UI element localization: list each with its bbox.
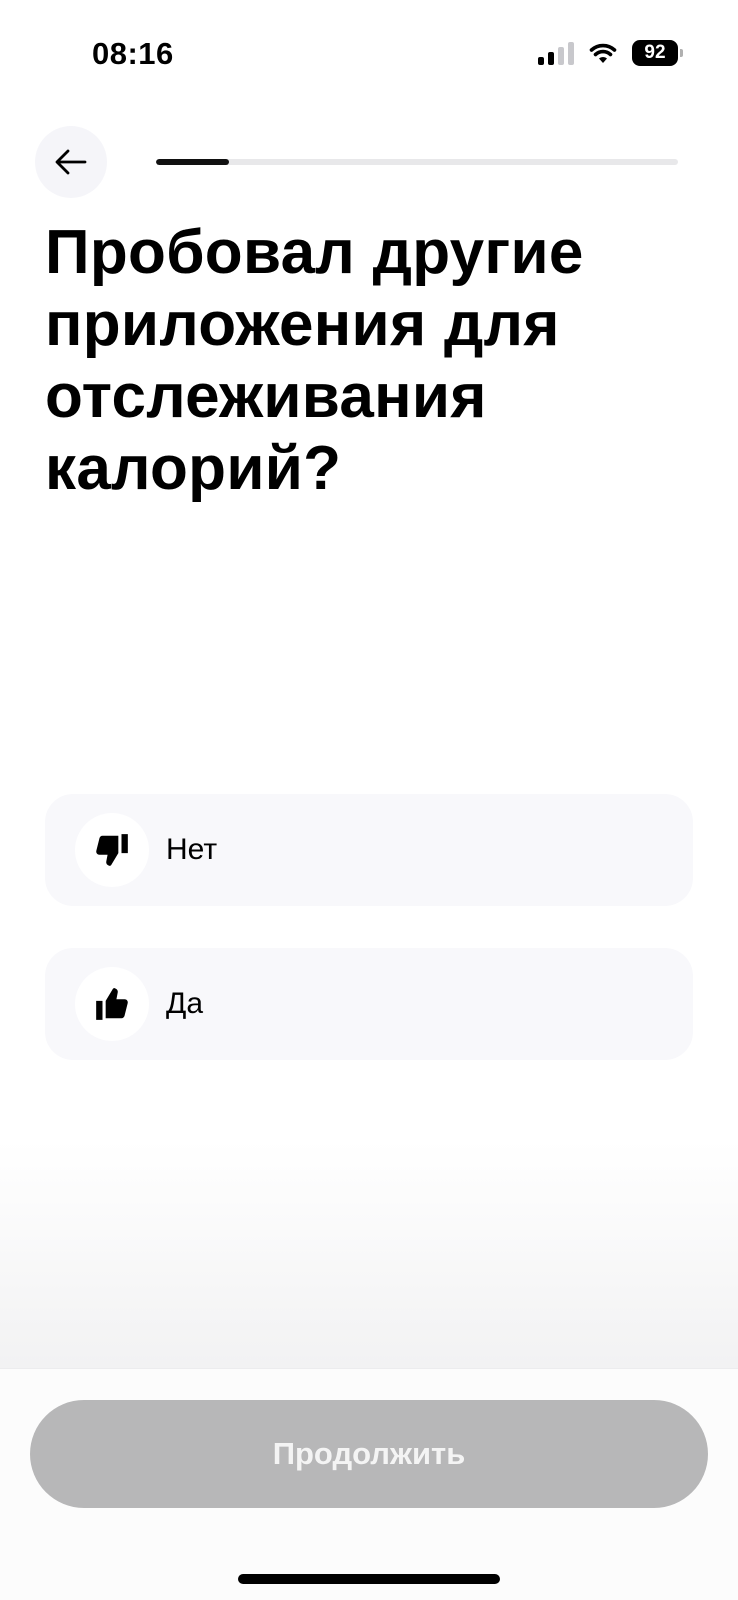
thumbs-down-icon [96, 834, 128, 866]
wifi-icon [589, 43, 617, 63]
progress-bar [156, 159, 678, 165]
question-title: Пробовал другие приложения для отслежива… [45, 218, 584, 503]
cellular-signal-icon [538, 41, 574, 65]
continue-button[interactable]: Продолжить [30, 1400, 708, 1508]
arrow-left-icon [55, 149, 87, 175]
option-icon-wrap [75, 813, 149, 887]
thumbs-up-icon [96, 988, 128, 1020]
progress-fill [156, 159, 230, 165]
option-label: Да [166, 987, 204, 1020]
option-no[interactable]: Нет [45, 794, 693, 906]
battery-icon: 92 [632, 40, 683, 66]
battery-level: 92 [644, 42, 666, 63]
status-icons: 92 [538, 40, 683, 66]
status-bar: 08:16 92 [0, 0, 738, 110]
onboarding-screen: 08:16 92 Пробовал другие приложения для … [0, 0, 738, 1600]
status-time: 08:16 [92, 36, 174, 71]
home-indicator [238, 1574, 500, 1584]
option-icon-wrap [75, 967, 149, 1041]
back-button[interactable] [35, 126, 107, 198]
bottom-fade [0, 1140, 738, 1368]
option-label: Нет [166, 833, 218, 866]
option-yes[interactable]: Да [45, 948, 693, 1060]
